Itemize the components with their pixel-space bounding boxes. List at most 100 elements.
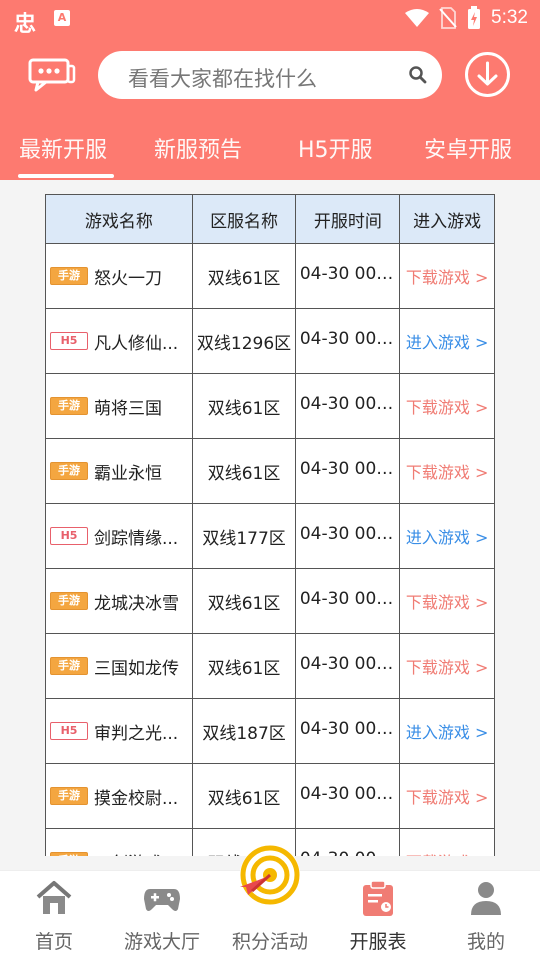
time-cell: 04-30 00:... <box>295 438 401 504</box>
download-game-link[interactable]: 下载游戏 > <box>406 398 489 417</box>
action-cell[interactable]: 下载游戏 > <box>399 568 495 634</box>
search-bar[interactable]: 看看大家都在找什么 <box>98 51 442 99</box>
zone-cell: 双线61区 <box>191 763 297 829</box>
table-row[interactable]: 手游 三国如龙传 双线61区 04-30 00:... 下载游戏 > <box>45 633 495 699</box>
action-cell[interactable]: 进入游戏 > <box>399 308 495 374</box>
game-name-wrap: 手游 一剑游戏 <box>50 849 191 857</box>
nav-server-schedule[interactable]: 开服表 <box>324 871 432 960</box>
table-row[interactable]: 手游 摸金校尉... 双线61区 04-30 00:... 下载游戏 > <box>45 763 495 829</box>
time-cell: 04-30 00:... <box>295 633 401 699</box>
download-button[interactable] <box>464 51 511 98</box>
open-time: 04-30 00:... <box>299 653 396 674</box>
mobile-game-tag-icon: 手游 <box>50 267 88 285</box>
table-header-row: 游戏名称 区服名称 开服时间 进入游戏 <box>45 194 495 244</box>
zone-cell: 双线177区 <box>191 503 297 569</box>
open-time: 04-30 00:... <box>299 458 396 479</box>
tab-upcoming[interactable]: 新服预告 <box>154 132 242 184</box>
game-name-cell: H5 审判之光... <box>45 698 193 764</box>
time-cell: 04-30 00:... <box>295 763 401 829</box>
game-name: 怒火一刀 <box>94 268 162 289</box>
action-cell[interactable]: 下载游戏 > <box>399 373 495 439</box>
zone-cell: 双线61区 <box>191 373 297 439</box>
zone-cell: 双线61区 <box>191 568 297 634</box>
action-cell[interactable]: 下载游戏 > <box>399 438 495 504</box>
download-game-link[interactable]: 下载游戏 > <box>406 463 489 482</box>
download-game-link[interactable]: 下载游戏 > <box>406 268 489 287</box>
no-sim-icon <box>439 7 457 29</box>
game-name-cell: 手游 一剑游戏 <box>45 828 193 857</box>
action-cell[interactable]: 进入游戏 > <box>399 503 495 569</box>
server-list-area[interactable]: 游戏名称 区服名称 开服时间 进入游戏 手游 怒火一刀 双线61区 04-30 00:… <box>0 180 540 856</box>
clipboard-icon <box>363 880 393 916</box>
action-cell[interactable]: 下载游戏 > <box>399 633 495 699</box>
target-icon <box>240 845 300 905</box>
game-name: 萌将三国 <box>94 398 162 419</box>
tab-android[interactable]: 安卓开服 <box>424 132 512 184</box>
game-name: 霸业永恒 <box>94 463 162 484</box>
action-cell[interactable]: 下载游戏 > <box>399 828 495 856</box>
search-placeholder: 看看大家都在找什么 <box>128 67 317 91</box>
nav-mine[interactable]: 我的 <box>432 871 540 960</box>
server-tabs: 最新开服 新服预告 H5开服 安卓开服 <box>0 128 540 180</box>
download-game-link[interactable]: 下载游戏 > <box>406 853 489 856</box>
enter-game-link[interactable]: 进入游戏 > <box>406 528 489 547</box>
table-row[interactable]: H5 凡人修仙... 双线1296区 04-30 00:... 进入游戏 > <box>45 308 495 374</box>
enter-game-link[interactable]: 进入游戏 > <box>406 723 489 742</box>
game-name-cell: 手游 怒火一刀 <box>45 243 193 309</box>
mobile-game-tag-icon: 手游 <box>50 462 88 480</box>
mobile-game-tag-icon: 手游 <box>50 787 88 805</box>
table-row[interactable]: 手游 龙城决冰雪 双线61区 04-30 00:... 下载游戏 > <box>45 568 495 634</box>
mobile-game-tag-icon: 手游 <box>50 592 88 610</box>
action-cell[interactable]: 下载游戏 > <box>399 763 495 829</box>
action-cell[interactable]: 进入游戏 > <box>399 698 495 764</box>
game-name: 一剑游戏 <box>94 849 162 857</box>
table-row[interactable]: 手游 萌将三国 双线61区 04-30 00:... 下载游戏 > <box>45 373 495 439</box>
time-cell: 04-30 00:... <box>295 503 401 569</box>
download-game-link[interactable]: 下载游戏 > <box>406 593 489 612</box>
open-time: 04-30 00:... <box>299 523 396 544</box>
header-enter-game: 进入游戏 <box>399 194 495 244</box>
nav-label-points-activity: 积分活动 <box>231 931 308 953</box>
mobile-game-tag-icon: 手游 <box>50 852 88 856</box>
game-name: 凡人修仙... <box>94 333 179 354</box>
download-game-link[interactable]: 下载游戏 > <box>406 658 489 677</box>
gamepad-icon <box>144 889 180 911</box>
enter-game-link[interactable]: 进入游戏 > <box>406 333 489 352</box>
table-row[interactable]: H5 审判之光... 双线187区 04-30 00:... 进入游戏 > <box>45 698 495 764</box>
table-row[interactable]: H5 剑踪情缘... 双线177区 04-30 00:... 进入游戏 > <box>45 503 495 569</box>
status-time: 5:32 <box>491 7 528 28</box>
nav-home[interactable]: 首页 <box>0 871 108 960</box>
open-time: 04-30 00:... <box>299 783 396 804</box>
download-game-link[interactable]: 下载游戏 > <box>406 788 489 807</box>
zone-cell: 双线61区 <box>191 633 297 699</box>
points-activity-badge[interactable] <box>238 843 302 907</box>
status-indicators: 5:32 <box>405 6 528 30</box>
message-button[interactable] <box>28 58 76 92</box>
zone-cell: 双线187区 <box>191 698 297 764</box>
game-name-cell: 手游 萌将三国 <box>45 373 193 439</box>
action-cell[interactable]: 下载游戏 > <box>399 243 495 309</box>
game-name-wrap: 手游 怒火一刀 <box>50 264 191 289</box>
h5-tag-icon: H5 <box>50 527 88 545</box>
game-name-cell: 手游 龙城决冰雪 <box>45 568 193 634</box>
time-cell: 04-30 00:... <box>295 568 401 634</box>
search-icon[interactable] <box>408 65 428 85</box>
app-notification-icon: 忠 <box>14 12 37 37</box>
game-name: 三国如龙传 <box>94 658 179 679</box>
zone-cell: 双线61区 <box>191 438 297 504</box>
open-time: 04-30 00:... <box>300 849 396 857</box>
tab-h5[interactable]: H5开服 <box>298 132 373 184</box>
table-row[interactable]: 手游 怒火一刀 双线61区 04-30 00:... 下载游戏 > <box>45 243 495 309</box>
chat-bubble-icon <box>28 58 76 92</box>
game-name-wrap: H5 剑踪情缘... <box>50 524 191 549</box>
nav-label-mine: 我的 <box>466 931 505 953</box>
game-name-cell: H5 剑踪情缘... <box>45 503 193 569</box>
header-zone: 区服名称 <box>191 194 297 244</box>
open-time: 04-30 00:... <box>299 328 396 349</box>
nav-game-hall[interactable]: 游戏大厅 <box>108 871 216 960</box>
time-cell: 04-30 00:... <box>295 308 401 374</box>
game-name-wrap: H5 凡人修仙... <box>50 329 191 354</box>
table-row[interactable]: 手游 霸业永恒 双线61区 04-30 00:... 下载游戏 > <box>45 438 495 504</box>
nav-label-home: 首页 <box>34 931 73 953</box>
open-time: 04-30 00:... <box>299 393 396 414</box>
